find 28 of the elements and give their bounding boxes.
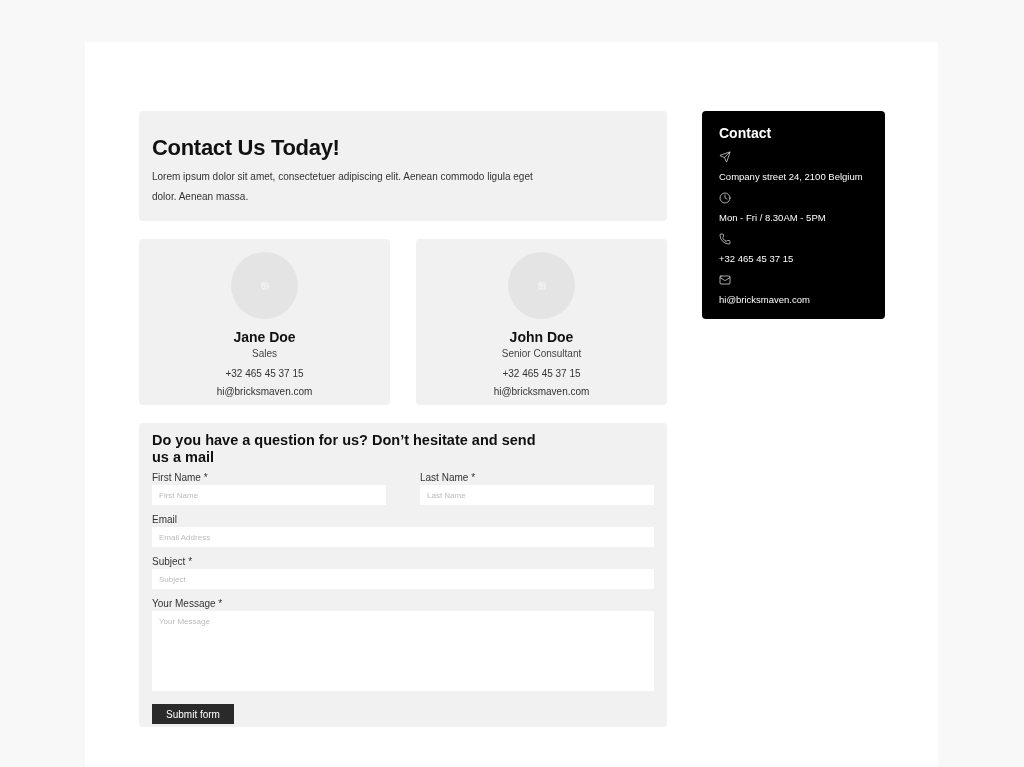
field-label: First Name * [152, 472, 209, 483]
submit-button[interactable]: Submit form [152, 704, 234, 724]
person-phone: +32 465 45 37 15 [502, 368, 581, 379]
input-field[interactable]: Email Address [152, 527, 654, 547]
person-name: John Doe [509, 329, 574, 345]
contact-text: +32 465 45 37 15 [719, 253, 795, 264]
contact-title: Contact [719, 125, 773, 141]
send-icon [719, 151, 731, 163]
person-phone: +32 465 45 37 15 [225, 368, 304, 379]
clock-icon [719, 192, 731, 204]
contact-text: Company street 24, 2100 Belgium [719, 171, 864, 182]
form-title: Do you have a question for us? Don’t hesitate and send us a mail [152, 432, 537, 466]
person-role: Sales [252, 348, 277, 359]
person-role: Senior Consultant [501, 348, 582, 359]
field-label: Email [152, 514, 178, 525]
page-title: Contact Us Today! [152, 135, 341, 161]
mail-icon [719, 274, 731, 286]
input-field[interactable]: Subject [152, 569, 654, 589]
person-email: hi@bricksmaven.com [493, 386, 590, 397]
phone-icon [719, 233, 731, 245]
field-label: Subject * [152, 556, 194, 567]
field-label: Last Name * [420, 472, 477, 483]
person-name: Jane Doe [233, 329, 296, 345]
field-label: Your Message * [152, 598, 224, 609]
contact-text: hi@bricksmaven.com [719, 294, 811, 305]
person-email: hi@bricksmaven.com [216, 386, 313, 397]
intro-text: Lorem ipsum dolor sit amet, consectetuer adipiscing elit. Aenean commodo ligula eget dolor. Aenean massa. [152, 170, 534, 204]
contact-text: Mon - Fri / 8.30AM - 5PM [719, 212, 827, 223]
